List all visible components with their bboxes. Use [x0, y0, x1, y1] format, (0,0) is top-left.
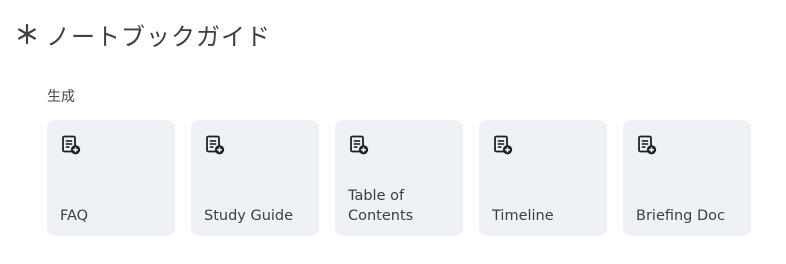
card-label: Study Guide: [204, 208, 294, 224]
section-label-generate: 生成: [47, 89, 75, 105]
briefing-doc-card[interactable]: Briefing Doc: [623, 120, 751, 236]
note-add-icon: [348, 134, 370, 156]
page-title: ノートブックガイド: [46, 22, 271, 51]
faq-card[interactable]: FAQ: [47, 120, 175, 236]
note-add-icon: [204, 134, 226, 156]
study-guide-card[interactable]: Study Guide: [191, 120, 319, 236]
note-add-icon: [636, 134, 658, 156]
card-label: Briefing Doc: [636, 208, 726, 224]
table-of-contents-card[interactable]: Table of Contents: [335, 120, 463, 236]
asterisk-icon: [16, 23, 38, 45]
note-add-icon: [492, 134, 514, 156]
note-add-icon: [60, 134, 82, 156]
card-label: FAQ: [60, 208, 89, 224]
generate-cards: FAQ Study Guide Table of Contents Timeli…: [47, 120, 751, 236]
timeline-card[interactable]: Timeline: [479, 120, 607, 236]
notebook-guide-header: ノートブックガイド: [16, 18, 271, 51]
card-label: Table of Contents: [348, 188, 414, 224]
card-label: Timeline: [492, 208, 554, 224]
